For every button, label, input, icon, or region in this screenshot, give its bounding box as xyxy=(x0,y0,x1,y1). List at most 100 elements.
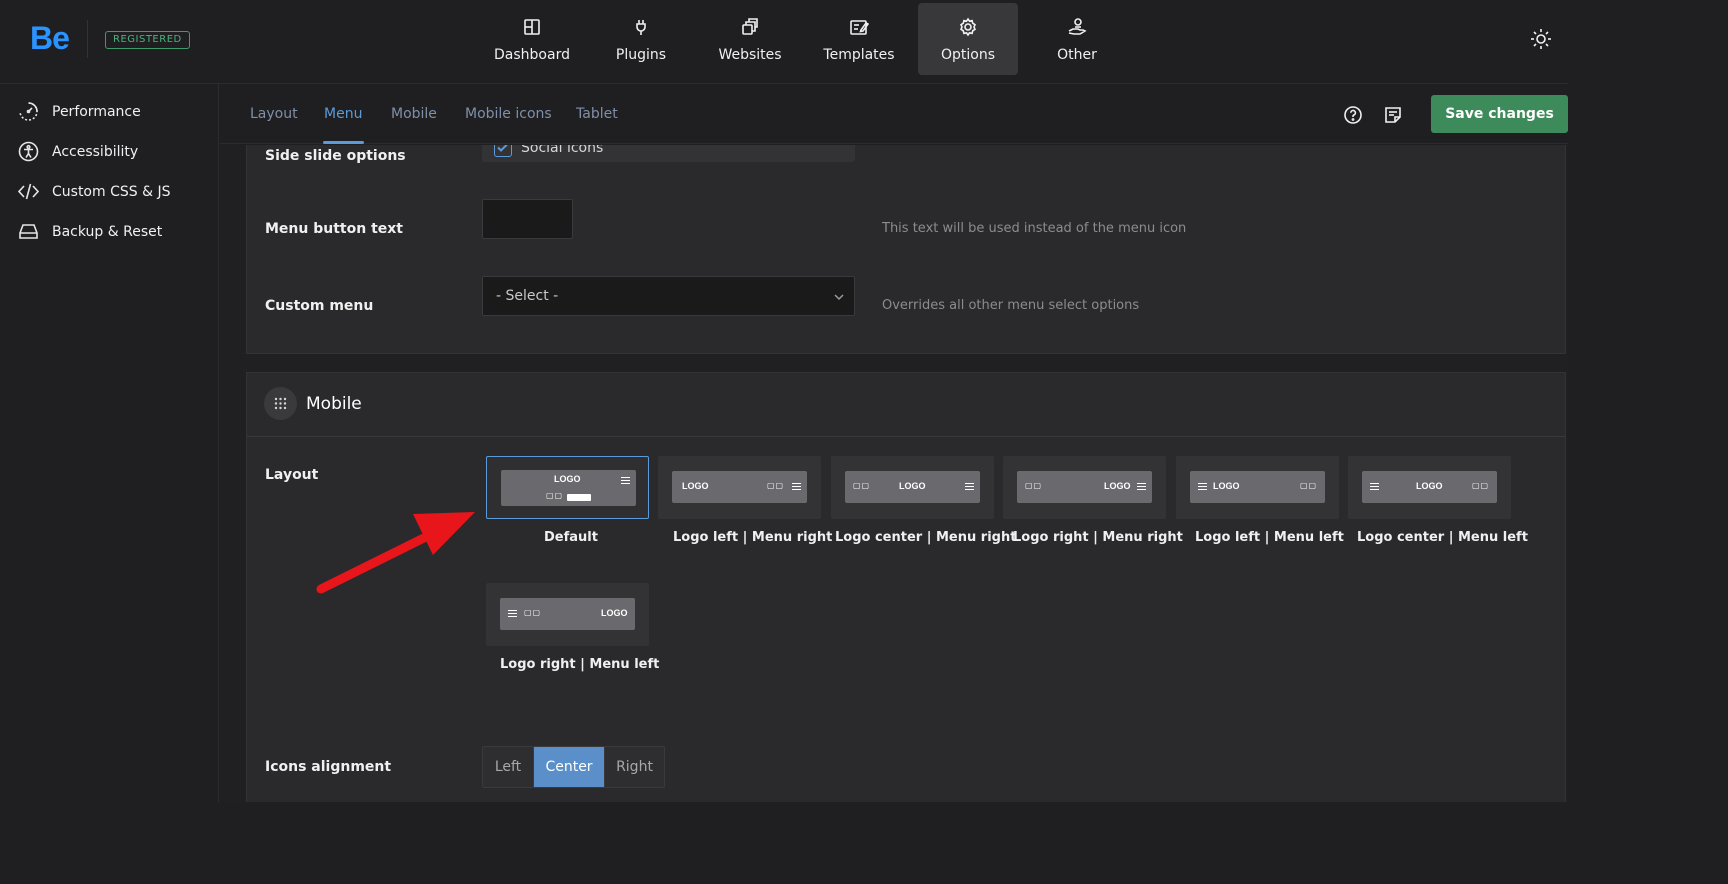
accessibility-icon xyxy=(18,141,39,162)
hamburger-icon xyxy=(508,610,517,617)
layout-preview: LOGO ▢▢ xyxy=(1190,471,1325,503)
social-icons-label: Social icons xyxy=(521,145,604,156)
layout-option-label: Logo left | Menu left xyxy=(1195,530,1344,545)
sidebar-item-label: Accessibility xyxy=(52,143,139,160)
websites-icon xyxy=(742,18,758,35)
layout-option-logo-left-menu-left[interactable]: LOGO ▢▢ xyxy=(1176,456,1339,519)
sun-icon xyxy=(1531,29,1551,49)
side-slide-label: Side slide options xyxy=(265,148,406,164)
active-tab-indicator xyxy=(323,141,364,144)
social-icons-field: Social icons xyxy=(482,145,855,162)
layout-option-default[interactable]: LOGO ▢▢ xyxy=(486,456,649,519)
nav-options[interactable]: Options xyxy=(918,3,1018,75)
nav-other[interactable]: Other xyxy=(1027,3,1127,75)
mock-logo: LOGO xyxy=(682,481,709,491)
mock-logo: LOGO xyxy=(899,481,926,491)
layout-option-label: Logo right | Menu right xyxy=(1013,530,1183,545)
layout-option-logo-center-menu-right[interactable]: ▢▢ LOGO xyxy=(831,456,994,519)
hamburger-icon xyxy=(1198,483,1207,490)
nav-dashboard[interactable]: Dashboard xyxy=(482,3,582,75)
custom-menu-hint: Overrides all other menu select options xyxy=(882,298,1140,313)
mock-icons: ▢▢ xyxy=(1300,481,1318,490)
hamburger-icon xyxy=(965,483,974,490)
menu-button-text-input[interactable] xyxy=(482,199,573,239)
mock-icons: ▢▢ xyxy=(767,481,785,490)
options-content: Side slide options Social icons Menu but… xyxy=(220,145,1568,802)
divider xyxy=(87,20,88,58)
layout-preview: ▢▢ LOGO xyxy=(1017,471,1152,503)
mock-logo: LOGO xyxy=(1416,481,1443,491)
drag-handle[interactable] xyxy=(264,387,297,420)
mock-logo: LOGO xyxy=(601,608,628,618)
plug-icon xyxy=(636,20,646,35)
sidebar-item-performance[interactable]: Performance xyxy=(18,101,141,122)
notes-icon xyxy=(1385,107,1401,123)
align-right-button[interactable]: Right xyxy=(605,747,664,787)
help-icon xyxy=(1344,106,1362,124)
mobile-section-header: Mobile xyxy=(247,373,1565,437)
nav-plugins[interactable]: Plugins xyxy=(591,3,691,75)
icons-alignment-label: Icons alignment xyxy=(265,759,392,775)
align-left-button[interactable]: Left xyxy=(483,747,534,787)
nav-label: Websites xyxy=(718,47,782,63)
sidebar: Performance Accessibility Custom CSS & J… xyxy=(0,84,219,802)
templates-icon xyxy=(850,20,869,35)
sidebar-item-label: Custom CSS & JS xyxy=(52,183,171,200)
tab-tablet[interactable]: Tablet xyxy=(576,106,618,122)
layout-preview: LOGO ▢▢ xyxy=(672,471,807,503)
layout-option-label: Default xyxy=(544,530,598,545)
sidebar-item-custom-css-js[interactable]: Custom CSS & JS xyxy=(18,181,170,202)
tab-mobile-icons[interactable]: Mobile icons xyxy=(465,106,552,122)
tab-menu[interactable]: Menu xyxy=(324,106,362,122)
registered-badge: REGISTERED xyxy=(105,31,190,49)
brand-logo[interactable]: Be xyxy=(30,20,70,57)
hamburger-icon xyxy=(1137,483,1146,490)
main-nav: Dashboard Plugins Websites Templates Opt… xyxy=(482,3,1127,75)
sidebar-item-accessibility[interactable]: Accessibility xyxy=(18,141,138,162)
grid-dots-icon xyxy=(274,397,287,410)
layout-preview: LOGO ▢▢ xyxy=(501,470,636,506)
menu-button-text-label: Menu button text xyxy=(265,221,403,237)
layout-option-label: Logo left | Menu right xyxy=(673,530,833,545)
layout-option-label: Logo right | Menu left xyxy=(500,657,660,672)
layout-option-label: Logo center | Menu right xyxy=(835,530,1017,545)
notes-button[interactable] xyxy=(1383,105,1403,125)
layout-preview: LOGO ▢▢ xyxy=(1362,471,1497,503)
hamburger-icon xyxy=(792,483,801,490)
user-hand-icon xyxy=(1068,18,1087,35)
performance-icon xyxy=(19,102,38,121)
custom-menu-value: - Select - xyxy=(496,288,559,304)
mock-logo: LOGO xyxy=(1104,481,1131,491)
sidebar-item-backup-reset[interactable]: Backup & Reset xyxy=(18,221,162,242)
layout-option-logo-right-menu-right[interactable]: ▢▢ LOGO xyxy=(1003,456,1166,519)
code-icon xyxy=(18,183,39,200)
menu-options-panel: Side slide options Social icons Menu but… xyxy=(246,145,1566,354)
mock-icons: ▢▢ xyxy=(1472,481,1490,490)
save-button[interactable]: Save changes xyxy=(1431,95,1568,133)
mock-icons: ▢▢ xyxy=(1025,481,1043,490)
social-icons-checkbox[interactable] xyxy=(494,145,512,157)
chevron-down-icon xyxy=(832,290,846,304)
tab-layout[interactable]: Layout xyxy=(250,106,298,122)
layout-option-logo-left-menu-right[interactable]: LOGO ▢▢ xyxy=(658,456,821,519)
layout-preview: ▢▢ LOGO xyxy=(845,471,980,503)
nav-templates[interactable]: Templates xyxy=(809,3,909,75)
custom-menu-label: Custom menu xyxy=(265,298,374,314)
align-center-button[interactable]: Center xyxy=(534,747,605,787)
dashboard-icon xyxy=(524,19,540,35)
help-button[interactable] xyxy=(1343,105,1363,125)
mock-icons: ▢▢ xyxy=(546,491,564,500)
mock-logo: LOGO xyxy=(554,474,581,484)
custom-menu-select[interactable]: - Select - xyxy=(482,276,855,316)
tab-mobile[interactable]: Mobile xyxy=(391,106,437,122)
layout-option-logo-right-menu-left[interactable]: ▢▢ LOGO xyxy=(486,583,649,646)
annotation-arrow-icon xyxy=(316,512,475,594)
mock-icons: ▢▢ xyxy=(853,481,871,490)
nav-websites[interactable]: Websites xyxy=(700,3,800,75)
nav-label: Options xyxy=(940,47,996,63)
theme-toggle-button[interactable] xyxy=(1530,28,1552,50)
mock-logo: LOGO xyxy=(1213,481,1240,491)
nav-label: Plugins xyxy=(615,47,667,63)
layout-option-logo-center-menu-left[interactable]: LOGO ▢▢ xyxy=(1348,456,1511,519)
menu-button-text-hint: This text will be used instead of the me… xyxy=(882,221,1187,236)
